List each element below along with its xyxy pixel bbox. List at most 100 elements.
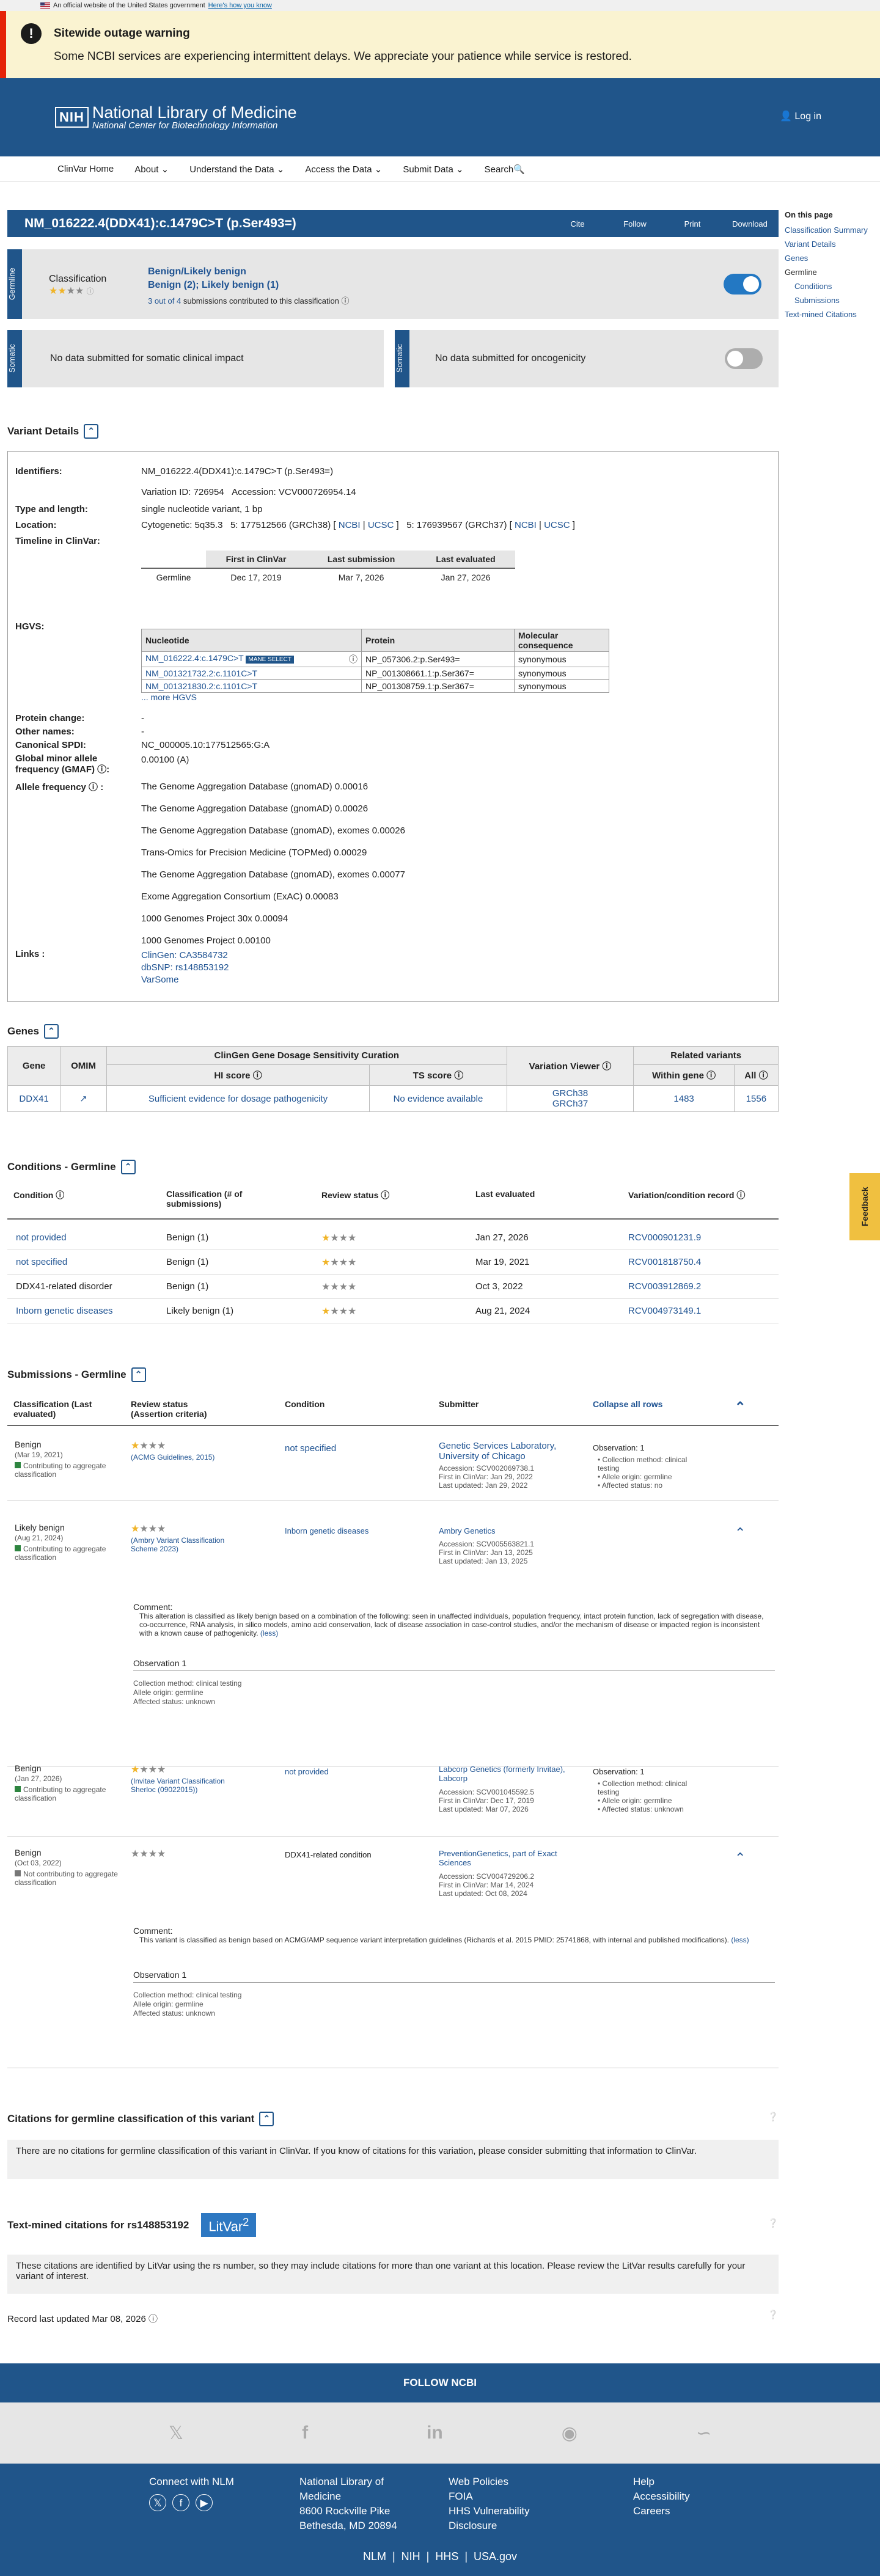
logo-title: National Library of Medicine — [92, 103, 297, 122]
heres-how-link[interactable]: Here's how you know — [208, 2, 272, 9]
clingen-link[interactable]: ClinGen: CA3584732 — [141, 950, 228, 961]
nav-submit[interactable]: Submit Data ⌄ — [403, 164, 463, 175]
submissions-header: Classification (Last evaluated) Review s… — [7, 1399, 779, 1426]
info-icon: ⓘ — [148, 2314, 158, 2324]
rss-icon[interactable]: ∽ — [696, 2423, 711, 2444]
facebook-icon[interactable]: f — [302, 2423, 308, 2443]
x-icon[interactable]: 𝕏 — [149, 2494, 166, 2511]
linkedin-icon[interactable]: in — [427, 2423, 443, 2443]
hgvs-table: Nucleotide Protein Molecular consequence N… — [141, 629, 609, 693]
varsome-link[interactable]: VarSome — [141, 975, 178, 985]
text-mined-text: These citations are identified by LitVar… — [7, 2255, 779, 2294]
collapse-icon[interactable]: ⌃ — [43, 1024, 59, 1039]
freq-item: 1000 Genomes Project 30x 0.00094 — [141, 913, 288, 924]
help-icon[interactable]: ❔ — [768, 2310, 778, 2320]
submission-row-3: Benign (Jan 27, 2026) Contributing to ag… — [7, 1763, 779, 1837]
x-icon[interactable]: 𝕏 — [169, 2423, 183, 2444]
timeline-label: Timeline in ClinVar: — [15, 536, 100, 546]
litvar-logo[interactable]: LitVar2 — [201, 2213, 257, 2238]
somatic-toggle[interactable] — [725, 348, 763, 369]
ncbi-link-38[interactable]: NCBI — [339, 520, 361, 530]
collapse-icon[interactable]: ⌃ — [120, 1160, 136, 1174]
toc-classification-summary[interactable]: Classification Summary — [785, 225, 876, 235]
all-variants-link[interactable]: 1556 — [733, 1085, 779, 1112]
facebook-icon[interactable]: f — [172, 2494, 189, 2511]
print-button[interactable]: Print — [664, 219, 721, 229]
more-hgvs-link[interactable]: ... more HGVS — [141, 692, 197, 702]
condition-row: not specified Benign (1) ★★★★ Mar 19, 20… — [7, 1250, 779, 1275]
toc-submissions[interactable]: Submissions — [785, 296, 876, 305]
feedback-tab[interactable]: Feedback — [849, 1173, 880, 1240]
ncbi-link-37[interactable]: NCBI — [515, 520, 537, 530]
info-icon: ⓘ — [86, 287, 94, 296]
germline-toggle[interactable] — [724, 274, 761, 295]
all-header: All ⓘ — [733, 1064, 779, 1086]
ucsc-link-37[interactable]: UCSC — [544, 520, 570, 530]
gene-row: DDX41 ↗ Sufficient evidence for dosage p… — [7, 1085, 779, 1112]
gene-link[interactable]: DDX41 — [7, 1085, 61, 1112]
collapse-all-rows[interactable]: Collapse all rows — [593, 1399, 662, 1409]
within-gene-header: Within gene ⓘ — [633, 1064, 735, 1086]
us-flag-icon — [40, 2, 50, 9]
footer-help: Help Accessibility Careers — [633, 2476, 690, 2517]
gov-banner: An official website of the United States… — [0, 0, 880, 11]
follow-button[interactable]: Follow — [606, 219, 664, 229]
grch38-link[interactable]: GRCh38 — [510, 1088, 631, 1099]
collapse-icon[interactable]: ⌃ — [259, 2112, 274, 2126]
collapse-icon[interactable]: ⌃ — [84, 424, 99, 439]
somatic-label-2: Somatic — [395, 330, 409, 387]
timeline-table: First in ClinVar Last submission Last eval… — [141, 551, 515, 586]
chevron-up-icon[interactable]: ⌃ — [735, 1525, 746, 1541]
location-label: Location: — [15, 520, 57, 530]
youtube-icon[interactable]: ▶ — [196, 2494, 213, 2511]
variant-details-box: Identifiers: NM_016222.4(DDX41):c.1479C>… — [7, 451, 779, 1002]
help-icon[interactable]: ❔ — [768, 2218, 778, 2228]
github-icon[interactable]: ◉ — [562, 2423, 578, 2444]
variant-title-bar: NM_016222.4(DDX41):c.1479C>T (p.Ser493=)… — [7, 210, 779, 237]
chevron-up-icon[interactable]: ⌃ — [735, 1850, 746, 1866]
chevron-up-icon[interactable]: ⌃ — [735, 1399, 746, 1415]
dbsnp-link[interactable]: dbSNP: rs148853192 — [141, 962, 229, 973]
germline-panel: Germline Classification ★★★★ ⓘ Benign/Li… — [7, 249, 779, 319]
hi-score-link[interactable]: Sufficient evidence for dosage pathogeni… — [106, 1085, 370, 1112]
within-gene-link[interactable]: 1483 — [633, 1085, 735, 1112]
footer-connect: Connect with NLM 𝕏f ▶ — [149, 2475, 234, 2511]
ucsc-link-38[interactable]: UCSC — [368, 520, 394, 530]
toc-variant-details[interactable]: Variant Details — [785, 240, 876, 249]
condition-row: Inborn genetic diseases Likely benign (1… — [7, 1299, 779, 1323]
nav-about[interactable]: About ⌄ — [134, 164, 169, 175]
external-link-icon[interactable]: ↗ — [60, 1085, 107, 1112]
nav-access[interactable]: Access the Data ⌄ — [305, 164, 382, 175]
toc-conditions[interactable]: Conditions — [785, 282, 876, 291]
follow-ncbi: FOLLOW NCBI — [0, 2363, 880, 2402]
user-icon: 👤 — [780, 111, 792, 122]
freq-item: Exome Aggregation Consortium (ExAC) 0.00… — [141, 891, 339, 902]
nav-understand[interactable]: Understand the Data ⌄ — [189, 164, 284, 175]
cite-button[interactable]: Cite — [549, 219, 606, 229]
login-button[interactable]: 👤 Log in — [780, 110, 821, 122]
freq-item: The Genome Aggregation Database (gnomAD)… — [141, 825, 405, 836]
logo-subtitle: National Center for Biotechnology Inform… — [92, 120, 278, 131]
ts-score-link[interactable]: No evidence available — [369, 1085, 507, 1112]
download-button[interactable]: Download — [721, 219, 779, 229]
record-header: Variation/condition record ⓘ — [628, 1190, 746, 1200]
collapse-icon[interactable]: ⌃ — [131, 1367, 146, 1382]
footer-agency-links[interactable]: NLM | NIH | HHS | USA.gov — [0, 2550, 880, 2563]
alert-body: Some NCBI services are experiencing inte… — [54, 50, 632, 63]
nav-search[interactable]: Search🔍 — [485, 164, 525, 175]
nlm-logo[interactable]: NIH National Library of Medicine Nationa… — [55, 104, 297, 131]
social-bar: 𝕏 f in ◉ ∽ — [0, 2402, 880, 2464]
submissions-count-link[interactable]: 3 out of 4 — [148, 296, 181, 306]
condition-row: not provided Benign (1) ★★★★ Jan 27, 202… — [7, 1226, 779, 1250]
toc-genes[interactable]: Genes — [785, 254, 876, 263]
type-label: Type and length: — [15, 504, 88, 514]
toc-text-mined[interactable]: Text-mined Citations — [785, 310, 876, 319]
protein-change-value: - — [141, 713, 144, 723]
nav-clinvar-home[interactable]: ClinVar Home — [57, 164, 114, 174]
type-value: single nucleotide variant, 1 bp — [141, 504, 263, 514]
freq-item: The Genome Aggregation Database (gnomAD)… — [141, 869, 405, 880]
freq-item: The Genome Aggregation Database (gnomAD)… — [141, 803, 369, 814]
hgvs-nucleotide-link[interactable]: NM_016222.4:c.1479C>T — [145, 653, 243, 663]
help-icon[interactable]: ❔ — [768, 2112, 778, 2122]
grch37-link[interactable]: GRCh37 — [510, 1099, 631, 1109]
